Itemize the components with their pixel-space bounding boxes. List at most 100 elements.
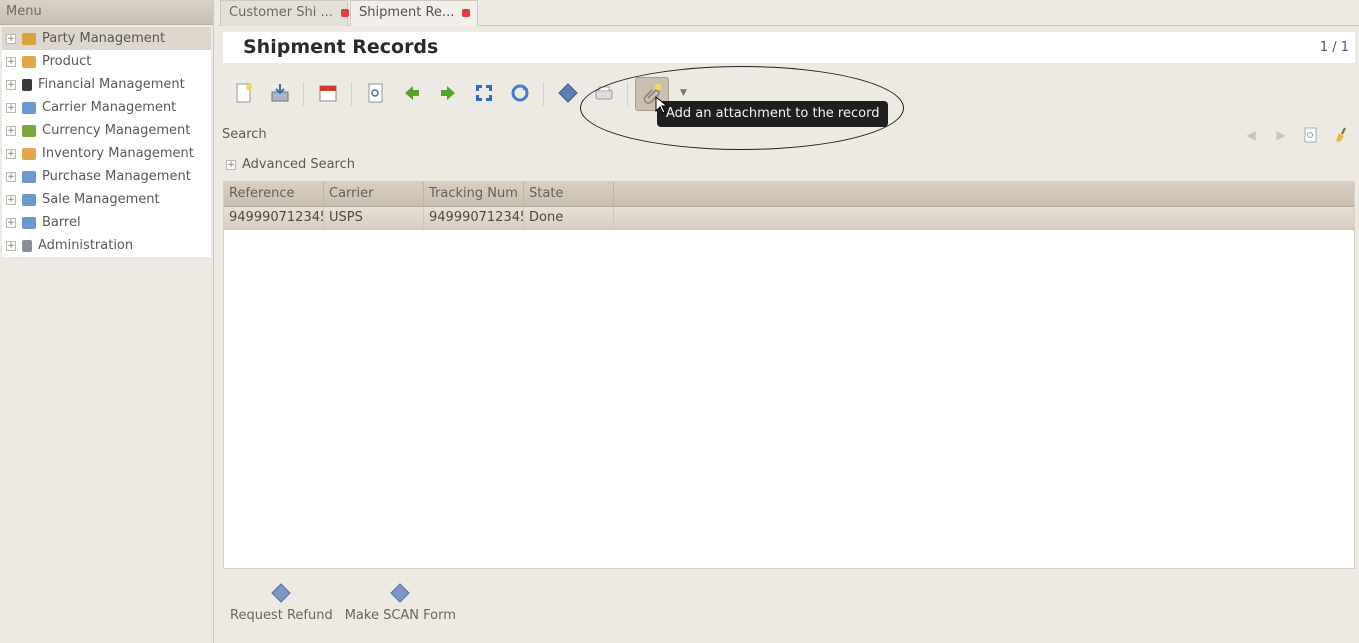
mouse-cursor-icon	[655, 96, 667, 114]
cell-state: Done	[524, 207, 614, 230]
gear-icon	[271, 583, 292, 603]
find-icon	[368, 83, 383, 103]
menu-item-label: Inventory Management	[42, 146, 194, 161]
next-page-icon[interactable]: ▶	[1273, 127, 1289, 143]
close-icon[interactable]	[341, 8, 350, 17]
expand-icon[interactable]: +	[6, 56, 16, 67]
expand-icon[interactable]: +	[6, 148, 16, 159]
record-count: 1 / 1	[1319, 40, 1349, 55]
expand-icon	[476, 85, 492, 101]
make-scan-form-label: Make SCAN Form	[344, 608, 456, 623]
clear-icon[interactable]	[1333, 127, 1349, 143]
cell-tracking-num: 949990712345	[424, 207, 524, 230]
toolbar-separator	[627, 82, 628, 106]
fullscreen-button[interactable]	[471, 80, 497, 106]
column-header-filler	[614, 182, 1354, 207]
column-header-carrier[interactable]: Carrier	[324, 182, 424, 207]
expand-icon[interactable]: +	[6, 125, 16, 136]
menu-item-label: Currency Management	[42, 123, 191, 138]
print-button[interactable]	[591, 80, 617, 106]
request-refund-label: Request Refund	[230, 608, 333, 623]
switch-view-button[interactable]	[315, 80, 341, 106]
gear-icon	[390, 583, 411, 603]
expand-icon[interactable]: +	[6, 240, 16, 251]
box-icon	[22, 55, 36, 68]
sidebar-header: Menu	[0, 0, 213, 25]
menu-item-label: Sale Management	[42, 192, 160, 207]
calendar-icon	[319, 85, 337, 102]
cell-reference: 949990712345	[224, 207, 324, 230]
cell-filler	[614, 207, 1354, 230]
refresh-icon	[511, 84, 529, 102]
expand-icon[interactable]: +	[226, 159, 236, 170]
menu-item-label: Carrier Management	[42, 100, 177, 115]
make-scan-form-button[interactable]: Make SCAN Form	[345, 582, 456, 623]
table-header: Reference Carrier Tracking Num State	[224, 182, 1354, 207]
toolbar-separator	[351, 82, 352, 106]
users-icon	[22, 32, 36, 45]
menu-item-sale-management[interactable]: + Sale Management	[2, 188, 211, 211]
money-icon	[22, 124, 36, 137]
menu-item-financial-management[interactable]: + Financial Management	[2, 73, 211, 96]
tab-customer-shipments[interactable]: Customer Shi ...	[220, 0, 350, 26]
save-icon	[271, 84, 289, 102]
expand-icon[interactable]: +	[6, 102, 16, 113]
tab-label: Shipment Re...	[359, 5, 455, 20]
tab-shipment-records[interactable]: Shipment Re...	[350, 0, 478, 26]
column-header-state[interactable]: State	[524, 182, 614, 207]
folder-icon	[22, 216, 36, 229]
advanced-search-toggle[interactable]: + Advanced Search	[226, 157, 355, 172]
expand-icon[interactable]: +	[6, 33, 16, 44]
expand-icon[interactable]: +	[6, 171, 16, 182]
menu-item-label: Party Management	[42, 31, 166, 46]
menu-item-barrel[interactable]: + Barrel	[2, 211, 211, 234]
records-table: Reference Carrier Tracking Num State 949…	[223, 181, 1355, 569]
title-bar: Shipment Records 1 / 1	[223, 32, 1355, 63]
advanced-search-label: Advanced Search	[242, 157, 356, 172]
menu-item-party-management[interactable]: + Party Management	[2, 27, 211, 50]
expand-icon[interactable]: +	[6, 194, 16, 205]
menu-item-administration[interactable]: + Administration	[2, 234, 211, 257]
cell-carrier: USPS	[324, 207, 424, 230]
action-button[interactable]	[555, 80, 581, 106]
expand-icon[interactable]: +	[6, 217, 16, 228]
expand-icon[interactable]: +	[6, 79, 16, 90]
menu-item-currency-management[interactable]: + Currency Management	[2, 119, 211, 142]
column-header-tracking-num[interactable]: Tracking Num	[424, 182, 524, 207]
page-title: Shipment Records	[243, 36, 439, 58]
menu-item-label: Purchase Management	[42, 169, 191, 184]
menu-item-label: Financial Management	[38, 77, 185, 92]
tools-icon	[22, 239, 32, 252]
folder-icon	[22, 193, 36, 206]
sidebar-menu: Menu + Party Management + Product + Fina…	[0, 0, 214, 643]
tooltip: Add an attachment to the record	[657, 101, 889, 127]
gear-icon	[558, 83, 578, 103]
menu-item-label: Administration	[38, 238, 134, 253]
arrow-left-icon	[405, 86, 419, 100]
request-refund-button[interactable]: Request Refund	[230, 582, 333, 623]
tab-label: Customer Shi ...	[229, 5, 333, 20]
box-icon	[22, 147, 36, 160]
close-icon[interactable]	[462, 8, 471, 17]
reload-search-button[interactable]	[363, 80, 389, 106]
folder-icon	[22, 101, 36, 114]
folder-icon	[22, 170, 36, 183]
menu-item-purchase-management[interactable]: + Purchase Management	[2, 165, 211, 188]
previous-page-icon[interactable]: ◀	[1243, 127, 1259, 143]
search-tools: ◀ ▶	[1243, 127, 1349, 143]
find-icon[interactable]	[1303, 127, 1319, 143]
reload-button[interactable]	[507, 80, 533, 106]
save-button[interactable]	[267, 80, 293, 106]
chevron-down-icon[interactable]: ▼	[680, 88, 687, 98]
calculator-icon	[22, 78, 32, 91]
new-record-button[interactable]	[231, 80, 257, 106]
menu-item-inventory-management[interactable]: + Inventory Management	[2, 142, 211, 165]
column-header-reference[interactable]: Reference	[224, 182, 324, 207]
table-row[interactable]: 949990712345 USPS 949990712345 Done	[224, 207, 1354, 230]
menu-item-product[interactable]: + Product	[2, 50, 211, 73]
previous-button[interactable]	[399, 80, 425, 106]
menu-item-carrier-management[interactable]: + Carrier Management	[2, 96, 211, 119]
action-bar: Request Refund Make SCAN Form	[230, 582, 456, 623]
tab-bar: Customer Shi ... Shipment Re...	[218, 0, 1359, 26]
next-button[interactable]	[435, 80, 461, 106]
